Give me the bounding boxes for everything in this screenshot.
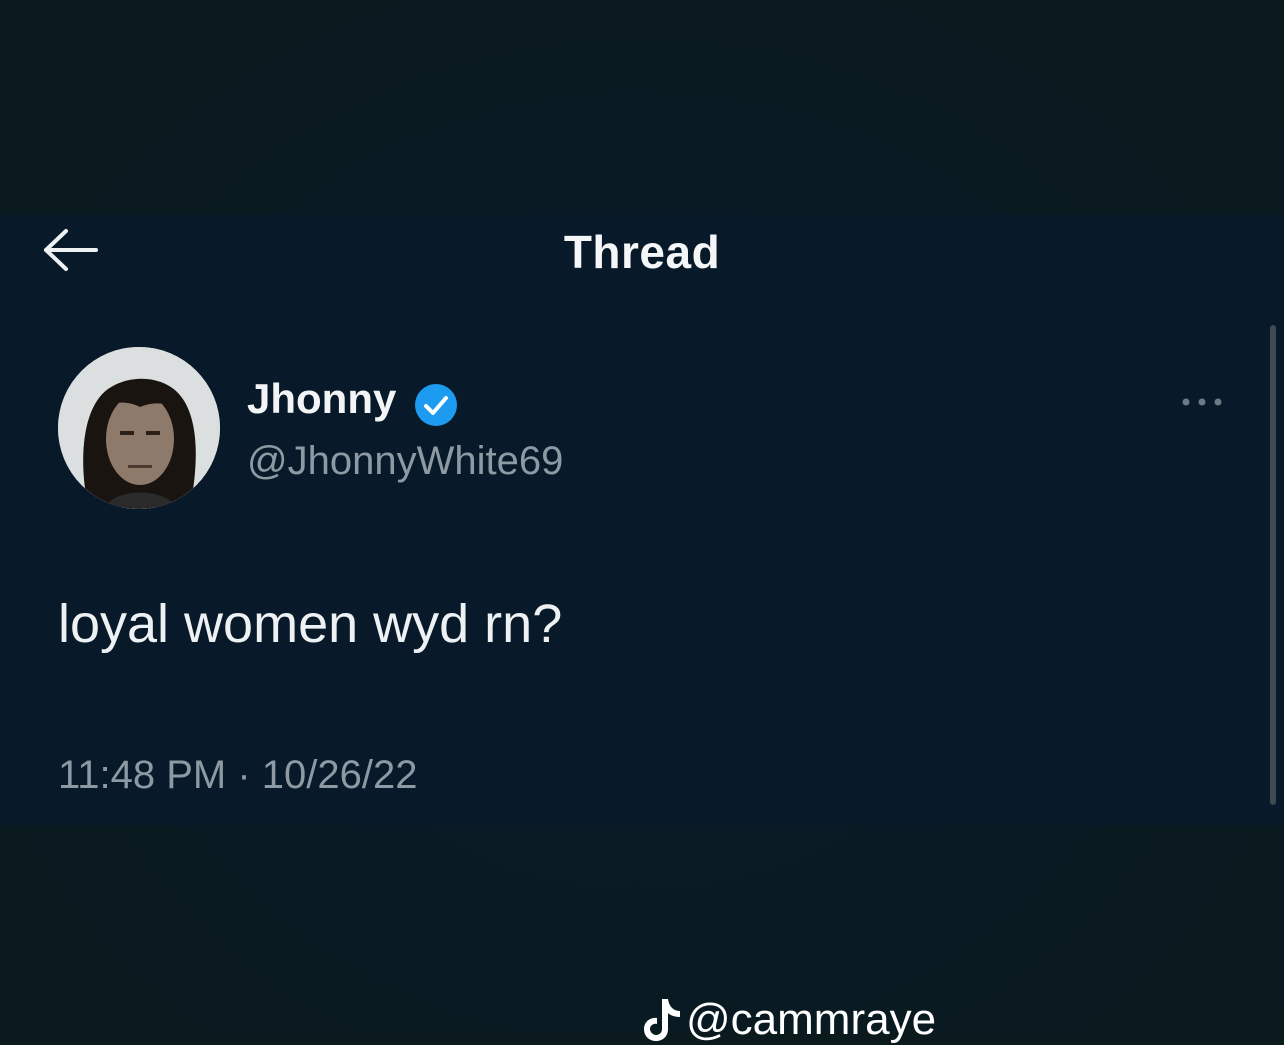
tiktok-icon — [644, 999, 680, 1041]
tweet-timestamp[interactable]: 11:48 PM · 10/26/22 — [58, 753, 418, 798]
video-frame: Thread Jhonny @JhonnyWhite69 loyal women… — [0, 0, 1284, 1044]
scrollbar[interactable] — [1270, 325, 1276, 805]
watermark-username: @cammraye — [686, 995, 937, 1044]
verified-badge-icon — [415, 384, 457, 426]
thread-header: Thread — [0, 215, 1284, 285]
tweet-text: loyal women wyd rn? — [58, 594, 563, 654]
display-name[interactable]: Jhonny — [247, 375, 396, 423]
watermark: @cammraye — [640, 985, 936, 1045]
page-title: Thread — [563, 226, 721, 278]
tweet-screen: Thread Jhonny @JhonnyWhite69 loyal women… — [0, 215, 1284, 825]
ellipsis-icon[interactable] — [1178, 392, 1226, 412]
avatar-portrait — [58, 347, 220, 509]
avatar[interactable] — [58, 347, 220, 509]
user-handle[interactable]: @JhonnyWhite69 — [247, 439, 563, 484]
